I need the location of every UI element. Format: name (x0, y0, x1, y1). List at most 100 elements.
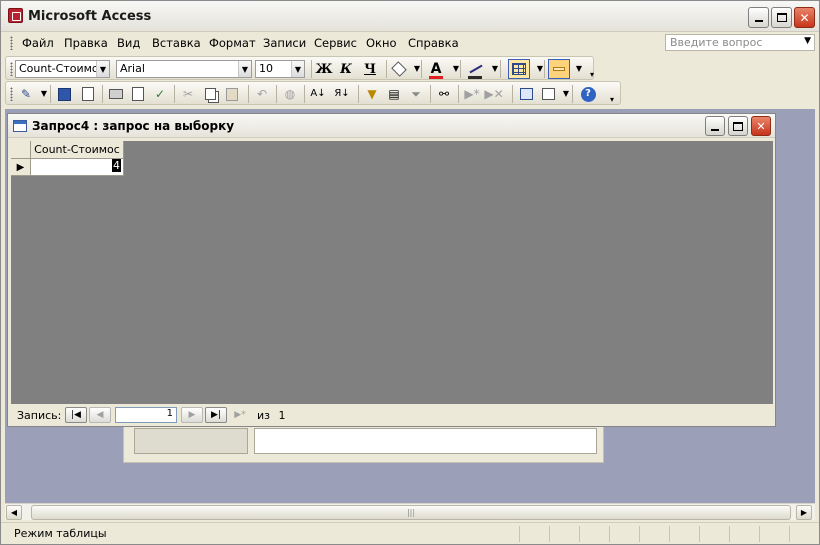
save-button[interactable] (56, 86, 72, 102)
previous-record-button[interactable]: ◀ (89, 407, 111, 423)
toolbar-separator (458, 85, 459, 103)
menu-window[interactable]: Окно (366, 36, 397, 50)
apply-filter-button[interactable]: ⏷ (408, 86, 424, 102)
file-search-icon (82, 87, 94, 101)
next-record-button[interactable]: ▶ (181, 407, 203, 423)
column-header[interactable]: Count-Стоимос (31, 141, 124, 159)
undo-button[interactable]: ↶ (254, 86, 270, 102)
search-file-button[interactable] (80, 86, 96, 102)
binoculars-icon: ⚯ (438, 87, 450, 101)
menu-tools[interactable]: Сервис (314, 36, 357, 50)
minimize-button[interactable] (748, 7, 769, 28)
chevron-down-icon[interactable]: ▼ (448, 61, 464, 77)
spelling-button[interactable]: ✓ (152, 86, 168, 102)
print-preview-button[interactable] (130, 86, 146, 102)
view-button[interactable]: ✎ (18, 86, 34, 102)
record-selector[interactable]: ▶ (11, 159, 31, 176)
toolbar-separator (276, 85, 277, 103)
pen-icon (469, 64, 483, 74)
ask-question-input[interactable]: Введите вопрос ▼ (665, 34, 815, 51)
font-combo[interactable]: Arial ▼ (116, 60, 252, 78)
database-window-button[interactable] (518, 86, 534, 102)
font-size-combo[interactable]: 10 ▼ (255, 60, 305, 78)
help-button[interactable]: ? (580, 86, 596, 102)
find-button[interactable]: ⚯ (436, 86, 452, 102)
next-record-icon: ▶ (188, 410, 196, 420)
font-combo-value: Arial (120, 62, 145, 75)
toolbar-grip-icon[interactable] (10, 87, 13, 101)
filter-by-selection-button[interactable]: ▼ (364, 86, 380, 102)
current-record-input[interactable]: 1 (115, 407, 177, 423)
fill-color-button[interactable] (391, 61, 407, 77)
menu-help[interactable]: Справка (408, 36, 459, 50)
maximize-button[interactable] (771, 7, 792, 28)
sort-descending-button[interactable]: Я↓ (334, 86, 350, 102)
copy-button[interactable] (202, 86, 218, 102)
scroll-left-button[interactable]: ◀ (6, 505, 22, 520)
status-panel (699, 526, 729, 542)
effect-icon (553, 67, 565, 71)
query-close-button[interactable]: ✕ (751, 116, 771, 136)
menu-file[interactable]: Файл (22, 36, 54, 50)
filter-by-form-button[interactable]: ▤ (386, 86, 402, 102)
new-object-button[interactable] (540, 86, 556, 102)
horizontal-scrollbar[interactable]: ◀ ||| ▶ (5, 503, 815, 520)
menu-edit[interactable]: Правка (64, 36, 108, 50)
delete-record-button[interactable]: ▶✕ (484, 86, 504, 102)
record-count: из 1 (257, 409, 286, 422)
object-combo[interactable]: Count-Стоимос ▼ (15, 60, 110, 78)
database-window-icon (519, 88, 533, 100)
special-effect-button[interactable] (548, 59, 570, 79)
print-button[interactable] (108, 86, 124, 102)
delete-record-icon: ▶✕ (484, 87, 504, 101)
background-form-window[interactable] (123, 421, 604, 463)
query-window-title-bar[interactable]: Запрос4 : запрос на выборку ✕ (8, 114, 775, 138)
title-bar: Microsoft Access ✕ (1, 1, 819, 32)
menu-insert[interactable]: Вставка (152, 36, 201, 50)
menu-format[interactable]: Формат (209, 36, 256, 50)
toolbar-separator (358, 85, 359, 103)
menu-grip-icon[interactable] (10, 36, 13, 50)
bold-button[interactable]: Ж (315, 61, 332, 77)
query-maximize-button[interactable] (728, 116, 748, 136)
line-color-button[interactable] (468, 61, 484, 77)
scroll-thumb[interactable]: ||| (31, 505, 791, 520)
select-all-corner[interactable] (11, 141, 31, 159)
chevron-down-icon[interactable]: ▼ (409, 61, 425, 77)
query-window-icon (13, 120, 27, 132)
font-size-value: 10 (259, 62, 273, 75)
chevron-down-icon[interactable]: ▼ (291, 61, 304, 77)
background-form-field (254, 428, 597, 454)
query-minimize-button[interactable] (705, 116, 725, 136)
font-color-button[interactable]: A (428, 61, 444, 77)
menu-records[interactable]: Записи (263, 36, 306, 50)
first-record-button[interactable]: |◀ (65, 407, 87, 423)
chevron-down-icon[interactable]: ▼ (96, 61, 109, 77)
close-button[interactable]: ✕ (794, 7, 815, 28)
sort-ascending-button[interactable]: A↓ (310, 86, 326, 102)
underline-button[interactable]: Ч (362, 61, 378, 77)
italic-button[interactable]: К (338, 61, 354, 77)
toolbar-grip-icon[interactable] (10, 62, 13, 76)
last-record-button[interactable]: ▶| (205, 407, 227, 423)
status-panel (669, 526, 699, 542)
globe-icon: ◍ (284, 87, 296, 101)
chevron-down-icon[interactable]: ▼ (804, 36, 811, 46)
status-text: Режим таблицы (14, 527, 107, 540)
toolbar-options-icon[interactable]: ▾ (604, 92, 620, 108)
toolbar-separator (102, 85, 103, 103)
chevron-down-icon[interactable]: ▼ (532, 61, 548, 77)
first-record-icon: |◀ (71, 410, 81, 420)
gridlines-button[interactable] (508, 59, 530, 79)
table-cell[interactable]: 4 (31, 159, 124, 176)
cut-button[interactable]: ✂ (180, 86, 196, 102)
chevron-down-icon[interactable]: ▼ (238, 61, 251, 77)
new-record-button[interactable]: ▶* (464, 86, 480, 102)
new-record-nav-button[interactable]: ▶* (229, 407, 251, 423)
toolbar-separator (421, 60, 422, 78)
paste-button[interactable] (224, 86, 240, 102)
scroll-right-button[interactable]: ▶ (796, 505, 812, 520)
paste-icon (226, 87, 238, 101)
menu-view[interactable]: Вид (117, 36, 140, 50)
hyperlink-button[interactable]: ◍ (282, 86, 298, 102)
